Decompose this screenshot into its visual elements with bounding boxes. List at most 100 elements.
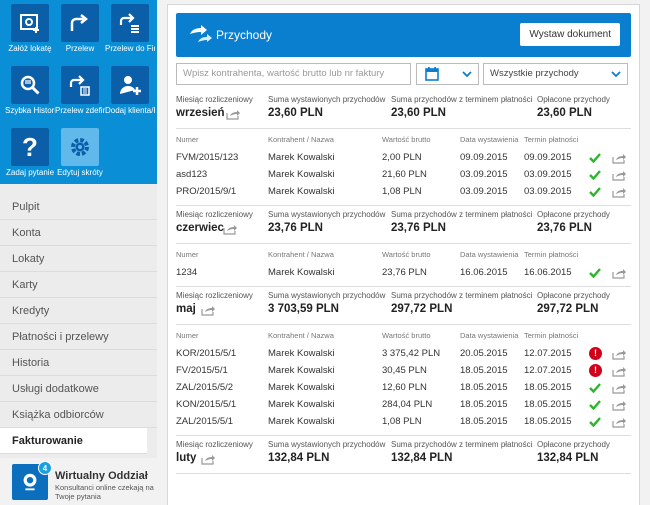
invoice-number[interactable]: KON/2015/5/1: [176, 399, 236, 410]
issued-sum-label: Suma wystawionych przychodów: [268, 440, 386, 449]
nav-item-platnosci[interactable]: Płatności i przelewy: [0, 324, 157, 350]
page-title: Przychody: [216, 28, 273, 42]
invoice-row[interactable]: ZAL/2015/5/2 Marek Kowalski 12,60 PLN 18.05…: [176, 379, 631, 396]
nav-item-kredyty[interactable]: Kredyty: [0, 298, 157, 324]
invoice-number[interactable]: KOR/2015/5/1: [176, 348, 236, 359]
invoice-row[interactable]: KOR/2015/5/1 Marek Kowalski 3 375,42 PLN 20…: [176, 345, 631, 362]
nav-item-pulpit[interactable]: Pulpit: [0, 194, 157, 220]
invoice-number[interactable]: ZAL/2015/5/2: [176, 382, 233, 393]
col-number: Numer: [176, 135, 199, 144]
month-label: Miesiąc rozliczeniowy: [176, 440, 253, 449]
due-date: 03.09.2015: [524, 169, 572, 180]
share-icon[interactable]: [223, 223, 237, 235]
gross-value: 2,00 PLN: [382, 152, 422, 163]
contractor-name: Marek Kowalski: [268, 169, 335, 180]
invoice-row[interactable]: 1234 Marek Kowalski 23,76 PLN 16.06.2015 16.…: [176, 264, 631, 281]
calendar-icon: [425, 67, 439, 81]
issue-date: 18.05.2015: [460, 365, 508, 376]
virtual-office[interactable]: 4 Wirtualny Oddział Konsultanci online c…: [0, 458, 157, 505]
paid-check-icon: [589, 383, 601, 393]
share-icon[interactable]: [612, 416, 626, 428]
month-name: wrzesień: [176, 107, 225, 119]
due-sum-label: Suma przychodów z terminem płatności: [391, 210, 533, 219]
tile-label: Załóż lokatę: [8, 44, 52, 53]
share-icon[interactable]: [612, 169, 626, 181]
tile-ask-question[interactable]: ? Zadaj pytanie: [5, 128, 55, 186]
nav-item-karty[interactable]: Karty: [0, 272, 157, 298]
share-icon[interactable]: [612, 399, 626, 411]
column-headers: Numer Kontrahent / Nazwa Wartość brutto Dat…: [176, 244, 631, 264]
invoice-number[interactable]: FVM/2015/123: [176, 152, 238, 163]
invoice-row[interactable]: FVM/2015/123 Marek Kowalski 2,00 PLN 09.09.…: [176, 149, 631, 166]
income-list: Miesiąc rozliczeniowy Suma wystawionych p…: [176, 91, 631, 474]
transfer-company-icon: [119, 13, 139, 33]
add-client-icon: [120, 76, 141, 95]
month-name: czerwiec: [176, 222, 224, 234]
col-number: Numer: [176, 250, 199, 259]
invoice-row[interactable]: asd123 Marek Kowalski 21,60 PLN 03.09.2015 0…: [176, 166, 631, 183]
share-icon[interactable]: [612, 186, 626, 198]
invoice-row[interactable]: KON/2015/5/1 Marek Kowalski 284,04 PLN 18.0…: [176, 396, 631, 413]
issued-sum: 132,84 PLN: [268, 452, 330, 464]
share-icon[interactable]: [612, 348, 626, 360]
select-value: Wszystkie przychody: [490, 68, 579, 79]
invoice-row[interactable]: ZAL/2015/5/1 Marek Kowalski 1,08 PLN 18.05.…: [176, 413, 631, 430]
issued-sum: 23,76 PLN: [268, 222, 323, 234]
col-gross: Wartość brutto: [382, 331, 431, 340]
nav-item-lokaty[interactable]: Lokaty: [0, 246, 157, 272]
gross-value: 12,60 PLN: [382, 382, 427, 393]
due-sum-label: Suma przychodów z terminem płatności: [391, 291, 533, 300]
col-gross: Wartość brutto: [382, 135, 431, 144]
invoice-number[interactable]: PRO/2015/9/1: [176, 186, 236, 197]
nav-item-uslugi[interactable]: Usługi dodatkowe: [0, 376, 157, 402]
search-input[interactable]: Wpisz kontrahenta, wartość brutto lub nr…: [176, 63, 411, 85]
invoice-number[interactable]: ZAL/2015/5/1: [176, 416, 233, 427]
due-sum: 297,72 PLN: [391, 303, 453, 315]
tile-transfer-company[interactable]: Przelew do Firma Spr...: [105, 4, 155, 62]
share-icon[interactable]: [612, 382, 626, 394]
tile-quick-history[interactable]: Szybka Historia oper...: [5, 66, 55, 124]
paid-sum: 297,72 PLN: [537, 303, 599, 315]
tile-open-deposit[interactable]: Załóż lokatę: [5, 4, 55, 62]
month-summary: Miesiąc rozliczeniowy Suma wystawionych p…: [176, 206, 631, 244]
contractor-name: Marek Kowalski: [268, 186, 335, 197]
share-icon[interactable]: [226, 108, 240, 120]
tile-defined-transfer[interactable]: Przelew zdefiniowany: [55, 66, 105, 124]
invoice-row[interactable]: PRO/2015/9/1 Marek Kowalski 1,08 PLN 03.09.…: [176, 183, 631, 200]
nav-item-fakturowanie[interactable]: Fakturowanie: [0, 428, 147, 454]
issue-document-button[interactable]: Wystaw dokument: [520, 23, 620, 46]
paid-label: Opłacone przychody: [537, 291, 610, 300]
invoice-number[interactable]: 1234: [176, 267, 197, 278]
income-type-select[interactable]: Wszystkie przychody: [483, 63, 628, 85]
share-icon[interactable]: [201, 453, 215, 465]
share-icon[interactable]: [201, 304, 215, 316]
month-summary: Miesiąc rozliczeniowy Suma wystawionych p…: [176, 287, 631, 325]
due-date: 18.05.2015: [524, 416, 572, 427]
nav-item-historia[interactable]: Historia: [0, 350, 157, 376]
chevron-down-icon: [462, 71, 472, 78]
invoice-row[interactable]: FV/2015/5/1 Marek Kowalski 30,45 PLN 18.05.…: [176, 362, 631, 379]
share-icon[interactable]: [612, 267, 626, 279]
nav-item-ksiazka[interactable]: Książka odbiorców: [0, 402, 157, 428]
share-icon[interactable]: [612, 152, 626, 164]
gross-value: 21,60 PLN: [382, 169, 427, 180]
search-history-icon: [20, 75, 40, 95]
share-icon[interactable]: [612, 365, 626, 377]
gear-icon: [71, 138, 89, 156]
invoice-number[interactable]: FV/2015/5/1: [176, 365, 228, 376]
paid-check-icon: [589, 417, 601, 427]
tile-edit-shortcuts[interactable]: Edytuj skróty: [55, 128, 105, 186]
month-label: Miesiąc rozliczeniowy: [176, 95, 253, 104]
chevron-down-icon: [611, 71, 621, 78]
tile-add-client[interactable]: Dodaj klienta/kontr...: [105, 66, 155, 124]
main-nav: Pulpit Konta Lokaty Karty Kredyty Płatno…: [0, 184, 157, 454]
paid-label: Opłacone przychody: [537, 210, 610, 219]
issue-date: 20.05.2015: [460, 348, 508, 359]
date-picker[interactable]: [416, 63, 479, 85]
nav-item-konta[interactable]: Konta: [0, 220, 157, 246]
contractor-name: Marek Kowalski: [268, 152, 335, 163]
col-issue-date: Data wystawienia: [460, 250, 519, 259]
tile-transfer[interactable]: Przelew: [55, 4, 105, 62]
invoice-number[interactable]: asd123: [176, 169, 207, 180]
col-due-date: Termin płatności: [524, 250, 579, 259]
